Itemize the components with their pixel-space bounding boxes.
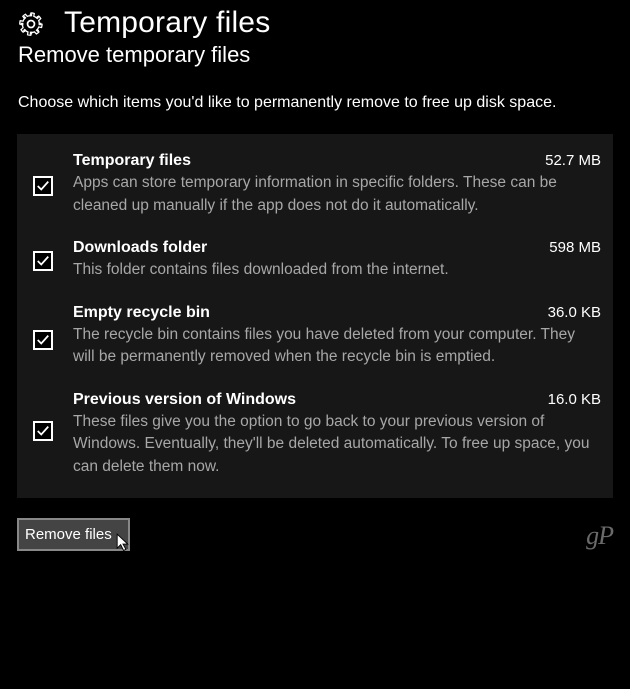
checkbox-downloads-folder[interactable]	[33, 251, 53, 271]
remove-files-label: Remove files	[25, 526, 112, 543]
checkbox-temporary-files[interactable]	[33, 176, 53, 196]
item-description: Apps can store temporary information in …	[73, 172, 601, 217]
item-description: The recycle bin contains files you have …	[73, 324, 601, 369]
cursor-icon	[116, 533, 130, 551]
remove-files-button[interactable]: Remove files	[17, 518, 130, 551]
item-size: 598 MB	[549, 239, 601, 256]
intro-text: Choose which items you'd like to permane…	[0, 68, 630, 128]
list-item: Previous version of Windows 16.0 KB Thes…	[33, 391, 601, 478]
item-size: 36.0 KB	[548, 304, 601, 321]
page-title: Temporary files	[64, 6, 270, 40]
checkbox-previous-windows[interactable]	[33, 421, 53, 441]
item-description: These files give you the option to go ba…	[73, 411, 601, 478]
page-subtitle: Remove temporary files	[0, 40, 630, 68]
list-item: Empty recycle bin 36.0 KB The recycle bi…	[33, 304, 601, 369]
list-item: Downloads folder 598 MB This folder cont…	[33, 239, 601, 281]
item-description: This folder contains files downloaded fr…	[73, 259, 601, 281]
checkbox-empty-recycle-bin[interactable]	[33, 330, 53, 350]
item-title: Downloads folder	[73, 239, 207, 257]
item-title: Temporary files	[73, 152, 191, 170]
gear-icon	[18, 11, 44, 37]
item-size: 16.0 KB	[548, 391, 601, 408]
item-title: Previous version of Windows	[73, 391, 296, 409]
item-title: Empty recycle bin	[73, 304, 210, 322]
items-panel: Temporary files 52.7 MB Apps can store t…	[17, 134, 613, 498]
watermark: gP	[586, 521, 613, 551]
item-size: 52.7 MB	[545, 152, 601, 169]
list-item: Temporary files 52.7 MB Apps can store t…	[33, 152, 601, 217]
